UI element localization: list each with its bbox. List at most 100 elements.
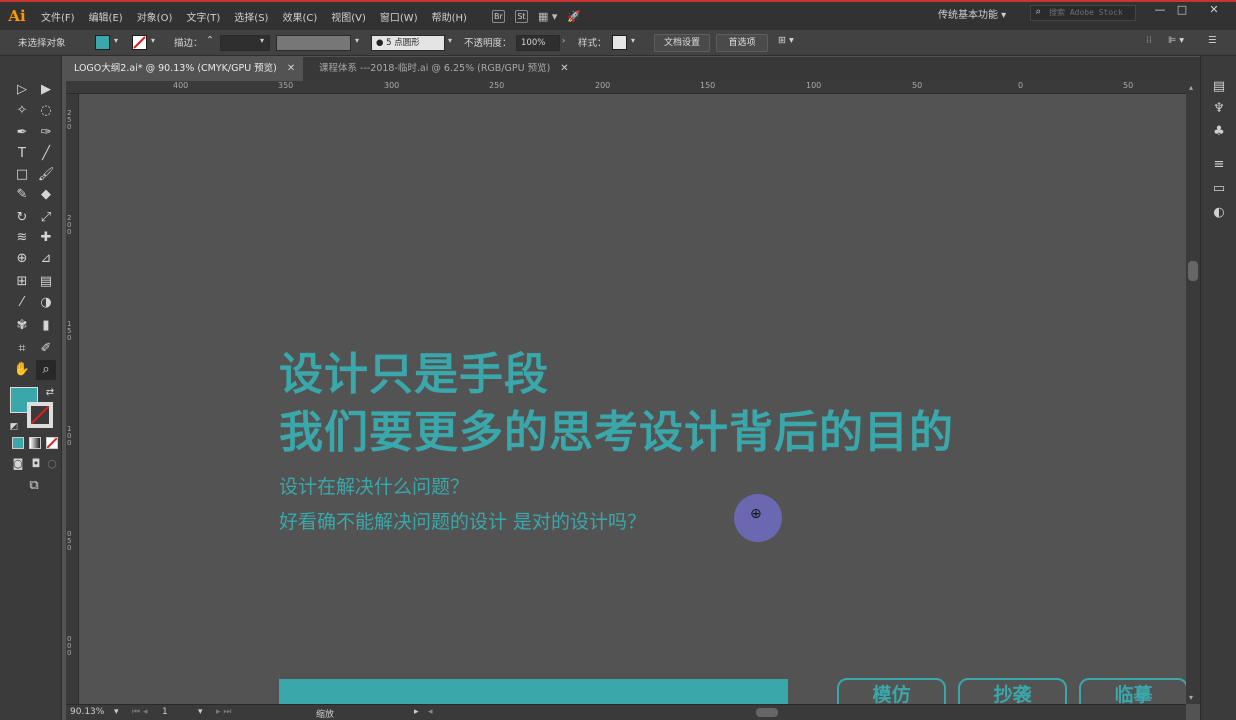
line-tool-icon[interactable]: ╱ — [36, 144, 56, 164]
magic-wand-icon[interactable]: ✧ — [12, 101, 32, 121]
menu-select[interactable]: 选择(S) — [227, 9, 275, 24]
zoom-dropdown-icon[interactable]: ▾ — [114, 707, 119, 717]
stroke-dropdown-icon[interactable]: ▾ — [151, 36, 155, 45]
artboard-tool-icon[interactable]: ⌗ — [12, 339, 32, 359]
mesh-tool-icon[interactable]: ⊞ — [12, 272, 32, 292]
align-icon[interactable]: ⊞ ▾ — [778, 35, 794, 46]
menu-window[interactable]: 窗口(W) — [373, 9, 425, 24]
scroll-up-icon[interactable]: ▴ — [1189, 83, 1193, 92]
shaper-tool-icon[interactable]: ✎ — [12, 185, 32, 205]
profile-dropdown-icon[interactable]: ▾ — [355, 36, 359, 45]
arrange-documents-icon[interactable]: ▦ ▾ — [538, 10, 557, 23]
graphic-style-swatch[interactable] — [612, 35, 627, 50]
stock-icon[interactable]: St — [514, 9, 528, 23]
gradient-mode-icon[interactable] — [29, 437, 41, 449]
menu-view[interactable]: 视图(V) — [324, 9, 373, 24]
bridge-icon[interactable]: Br — [491, 9, 505, 23]
variable-width-profile[interactable] — [276, 35, 351, 51]
menu-object[interactable]: 对象(O) — [130, 9, 180, 24]
direct-selection-tool-icon[interactable]: ▶ — [36, 80, 56, 100]
last-artboard-icon[interactable]: ▸ ⏭ — [216, 707, 231, 717]
symbols-icon[interactable]: ♆ — [1210, 100, 1228, 118]
pill-copy[interactable]: 临摹 — [1079, 678, 1186, 704]
artboard-dropdown-icon[interactable]: ▾ — [198, 707, 203, 717]
libraries-icon[interactable]: ▤ — [1210, 78, 1228, 96]
vertical-scrollbar[interactable]: ▴ ▾ — [1186, 81, 1200, 704]
style-dropdown-icon[interactable]: ▾ — [631, 36, 635, 45]
shape-builder-icon[interactable]: ⊕ — [12, 249, 32, 269]
color-mode-icon[interactable] — [12, 437, 24, 449]
scale-tool-icon[interactable]: ⤢ — [36, 208, 56, 228]
horizontal-scroll-thumb[interactable] — [756, 708, 778, 717]
teal-bar-shape[interactable] — [279, 679, 788, 704]
first-artboard-icon[interactable]: ⏮ ◂ — [132, 707, 147, 717]
lasso-icon[interactable]: ◌ — [36, 101, 56, 121]
minimize-button[interactable]: — — [1150, 3, 1170, 16]
close-window-button[interactable]: ✕ — [1204, 3, 1224, 16]
fill-dropdown-icon[interactable]: ▾ — [114, 36, 118, 45]
eyedropper-icon[interactable]: ⁄ — [12, 293, 32, 313]
pill-imitate[interactable]: 模仿 — [837, 678, 946, 704]
tab-logo-document[interactable]: LOGO大纲2.ai* @ 90.13% (CMYK/GPU 预览) ✕ — [66, 57, 304, 81]
document-setup-button[interactable]: 文档设置 — [654, 34, 710, 52]
close-tab-icon[interactable]: ✕ — [287, 63, 295, 74]
workspace-switcher[interactable]: 传统基本功能 ▾ — [938, 6, 1006, 21]
type-tool-icon[interactable]: T — [12, 144, 32, 164]
zoom-level[interactable]: 90.13% — [70, 707, 104, 717]
vertical-scroll-thumb[interactable] — [1188, 261, 1198, 281]
preferences-button[interactable]: 首选项 — [716, 34, 768, 52]
paintbrush-icon[interactable]: 🖌 — [36, 165, 56, 185]
fill-swatch[interactable] — [95, 35, 110, 50]
stroke-color-box[interactable] — [27, 402, 53, 428]
rectangle-tool-icon[interactable]: □ — [12, 165, 32, 185]
stock-search-input[interactable]: ⌕ 搜索 Adobe Stock — [1030, 5, 1136, 21]
gradient-tool-icon[interactable]: ▤ — [36, 272, 56, 292]
menu-type[interactable]: 文字(T) — [179, 9, 227, 24]
rotate-tool-icon[interactable]: ↻ — [12, 208, 32, 228]
draw-inside-icon[interactable]: ○ — [42, 454, 62, 474]
swap-colors-icon[interactable]: ⇄ — [40, 383, 60, 403]
stroke-weight-dropdown-icon[interactable]: ▾ — [260, 36, 264, 45]
default-colors-icon[interactable]: ◩ — [4, 417, 24, 437]
align-options-icon[interactable]: ⊫ ▾ — [1168, 35, 1184, 46]
curvature-tool-icon[interactable]: ✑ — [36, 123, 56, 143]
gradient-panel-icon[interactable]: ▭ — [1210, 180, 1228, 198]
status-menu-arrow-icon[interactable]: ▸ — [414, 707, 419, 717]
graph-tool-icon[interactable]: ▮ — [36, 316, 56, 336]
appearance-icon[interactable]: ◐ — [1210, 204, 1228, 222]
menu-effect[interactable]: 效果(C) — [275, 9, 324, 24]
artboard-canvas[interactable]: 设计只是手段 我们要更多的思考设计背后的目的 设计在解决什么问题？ 好看确不能解… — [79, 94, 1186, 704]
stroke-swatch[interactable] — [132, 35, 147, 50]
isolate-icon[interactable]: ⁞⁞ — [1146, 35, 1152, 46]
screen-mode-icon[interactable]: ⧉ — [24, 476, 44, 496]
selection-tool-icon[interactable]: ▷ — [12, 80, 32, 100]
pen-tool-icon[interactable]: ✒ — [12, 123, 32, 143]
panel-menu-icon[interactable]: ☰ — [1208, 35, 1217, 46]
headline-primary[interactable]: 设计只是手段 — [279, 338, 549, 402]
opacity-arrow-icon[interactable]: › — [562, 36, 565, 45]
brush-definition[interactable]: ● 5 点圆形 — [371, 35, 445, 51]
tab-course-document[interactable]: 课程体系 ---2018-临时.ai @ 6.25% (RGB/GPU 预览) ✕ — [311, 57, 577, 81]
close-tab-icon[interactable]: ✕ — [560, 63, 568, 74]
zoom-tool-icon[interactable]: ⌕ — [36, 360, 56, 380]
stroke-weight-stepper[interactable]: ⌃ — [206, 35, 214, 46]
width-tool-icon[interactable]: ≋ — [12, 228, 32, 248]
subline-question-1[interactable]: 设计在解决什么问题？ — [279, 472, 469, 499]
menu-help[interactable]: 帮助(H) — [425, 9, 474, 24]
menu-edit[interactable]: 编辑(E) — [82, 9, 130, 24]
artboard-number[interactable]: 1 — [162, 707, 168, 717]
draw-normal-icon[interactable]: ◙ — [8, 454, 28, 474]
opacity-field[interactable]: 100% — [516, 35, 560, 51]
symbol-sprayer-icon[interactable]: ✾ — [12, 316, 32, 336]
eraser-icon[interactable]: ◆ — [36, 185, 56, 205]
hscroll-left-icon[interactable]: ◂ — [428, 707, 433, 717]
club-icon[interactable]: ♣ — [1210, 123, 1228, 141]
pill-plagiarize[interactable]: 抄袭 — [958, 678, 1067, 704]
subline-question-2[interactable]: 好看确不能解决问题的设计 是对的设计吗？ — [279, 507, 646, 534]
none-mode-icon[interactable] — [46, 437, 58, 449]
slice-tool-icon[interactable]: ✐ — [36, 339, 56, 359]
layers-icon[interactable]: ≡ — [1210, 156, 1228, 174]
menu-file[interactable]: 文件(F) — [34, 9, 82, 24]
gpu-performance-icon[interactable]: 🚀 — [567, 10, 581, 23]
scroll-down-icon[interactable]: ▾ — [1189, 693, 1193, 702]
